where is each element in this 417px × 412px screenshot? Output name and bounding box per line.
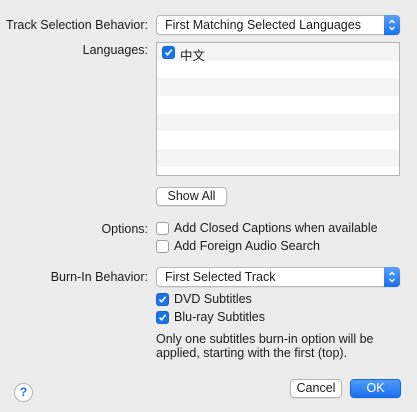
list-row-empty: [157, 60, 399, 79]
burn-in-label: Burn-In Behavior:: [50, 270, 148, 284]
burn-in-note-line1: Only one subtitles burn-in option will b…: [156, 332, 374, 346]
dvd-subtitles-checkbox[interactable]: [156, 293, 169, 306]
show-all-button[interactable]: Show All: [156, 187, 227, 206]
burn-in-note-line2: applied, starting with the first (top).: [156, 346, 348, 360]
languages-list[interactable]: 中文: [156, 42, 400, 176]
track-selection-value: First Matching Selected Languages: [165, 18, 361, 32]
dvd-subtitles-label[interactable]: DVD Subtitles: [174, 292, 252, 306]
language-checkbox[interactable]: [162, 46, 175, 59]
track-selection-popup[interactable]: First Matching Selected Languages: [156, 15, 400, 35]
burn-in-popup[interactable]: First Selected Track: [156, 267, 400, 287]
list-row-empty: [157, 113, 399, 132]
bluray-subtitles-checkbox[interactable]: [156, 311, 169, 324]
cancel-button[interactable]: Cancel: [290, 379, 342, 398]
closed-captions-label[interactable]: Add Closed Captions when available: [174, 221, 378, 235]
list-row-empty: [157, 131, 399, 150]
list-row-empty: [157, 149, 399, 167]
list-row-empty: [157, 78, 399, 97]
list-row-empty: [157, 166, 399, 175]
closed-captions-checkbox[interactable]: [156, 222, 169, 235]
languages-label: Languages:: [82, 43, 148, 57]
help-button[interactable]: ?: [14, 383, 33, 402]
track-selection-label: Track Selection Behavior:: [6, 18, 148, 32]
popup-stepper-icon: [384, 15, 400, 35]
options-label: Options:: [101, 222, 148, 236]
bluray-subtitles-label[interactable]: Blu-ray Subtitles: [174, 310, 265, 324]
list-row-empty: [157, 96, 399, 114]
foreign-audio-label[interactable]: Add Foreign Audio Search: [174, 239, 320, 253]
popup-stepper-icon: [384, 267, 400, 287]
list-item[interactable]: 中文: [157, 43, 399, 63]
foreign-audio-checkbox[interactable]: [156, 240, 169, 253]
ok-button[interactable]: OK: [350, 379, 401, 398]
burn-in-value: First Selected Track: [165, 270, 276, 284]
